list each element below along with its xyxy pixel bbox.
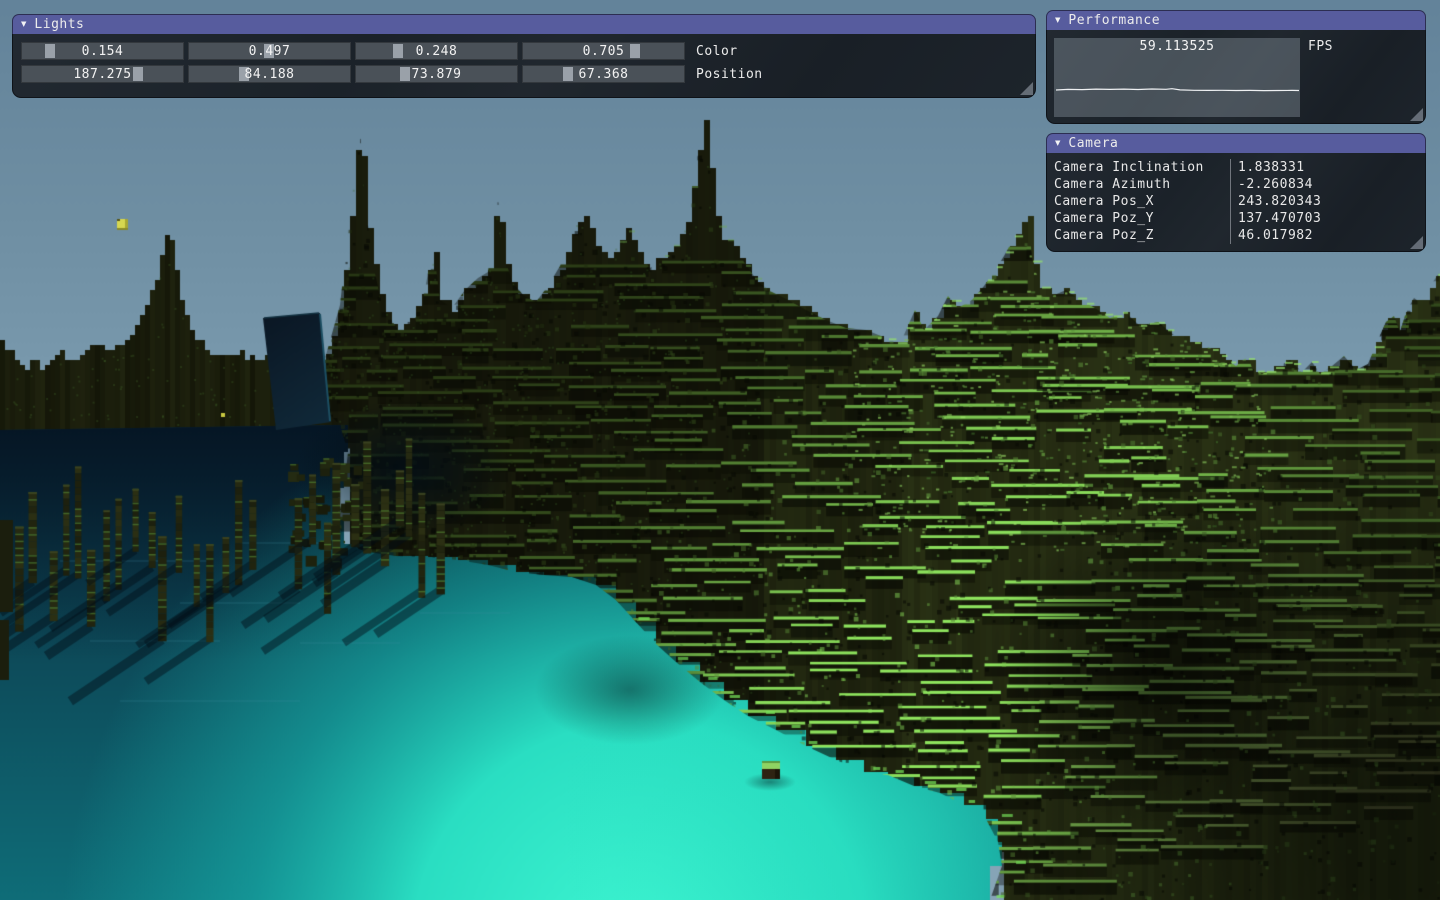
panel-lights: ▼ Lights 0.154 0.497 0.248 0.705 Color — [12, 14, 1036, 98]
fps-value: 59.113525 — [1054, 39, 1300, 54]
light-color-slider-1[interactable]: 0.497 — [188, 42, 351, 60]
camera-row-label: Camera Poz_Y — [1047, 211, 1230, 226]
camera-row: Camera Inclination 1.838331 — [1047, 159, 1425, 176]
camera-title: Camera — [1068, 136, 1118, 151]
lights-body: 0.154 0.497 0.248 0.705 Color 187.275 — [12, 34, 1036, 98]
resize-grip-icon[interactable] — [1410, 236, 1423, 249]
collapse-arrow-icon[interactable]: ▼ — [21, 19, 26, 29]
fps-label: FPS — [1308, 39, 1333, 54]
light-color-slider-2[interactable]: 0.248 — [355, 42, 518, 60]
camera-row: Camera Azimuth -2.260834 — [1047, 176, 1425, 193]
position-row-label: Position — [696, 67, 763, 82]
camera-titlebar[interactable]: ▼ Camera — [1046, 133, 1426, 153]
camera-row: Camera Poz_Z 46.017982 — [1047, 227, 1425, 244]
light-position-row: 187.275 84.188 73.879 67.368 Position — [21, 65, 1035, 83]
camera-row-value: -2.260834 — [1230, 176, 1425, 193]
performance-title: Performance — [1068, 13, 1160, 28]
panel-camera: ▼ Camera Camera Inclination 1.838331 Cam… — [1046, 133, 1426, 252]
light-color-row: 0.154 0.497 0.248 0.705 Color — [21, 42, 1035, 60]
slider-value: 0.705 — [523, 43, 684, 59]
slider-value: 73.879 — [356, 66, 517, 82]
camera-row-value: 137.470703 — [1230, 210, 1425, 227]
camera-body: Camera Inclination 1.838331 Camera Azimu… — [1046, 153, 1426, 252]
camera-row-value: 1.838331 — [1230, 159, 1425, 176]
slider-value: 187.275 — [22, 66, 183, 82]
fps-plot: 59.113525 — [1054, 38, 1300, 117]
camera-row-label: Camera Inclination — [1047, 160, 1230, 175]
performance-titlebar[interactable]: ▼ Performance — [1046, 10, 1426, 30]
color-row-label: Color — [696, 44, 738, 59]
slider-value: 0.248 — [356, 43, 517, 59]
camera-row-label: Camera Poz_Z — [1047, 228, 1230, 243]
camera-row-value: 46.017982 — [1230, 227, 1425, 244]
resize-grip-icon[interactable] — [1410, 108, 1423, 121]
slider-value: 0.154 — [22, 43, 183, 59]
lights-titlebar[interactable]: ▼ Lights — [12, 14, 1036, 34]
lights-title: Lights — [34, 17, 84, 32]
resize-grip-icon[interactable] — [1020, 82, 1033, 95]
slider-value: 67.368 — [523, 66, 684, 82]
light-position-slider-0[interactable]: 187.275 — [21, 65, 184, 83]
performance-body: 59.113525 FPS — [1046, 30, 1426, 124]
light-position-slider-1[interactable]: 84.188 — [188, 65, 351, 83]
slider-value: 0.497 — [189, 43, 350, 59]
camera-row-label: Camera Azimuth — [1047, 177, 1230, 192]
light-position-slider-2[interactable]: 73.879 — [355, 65, 518, 83]
slider-value: 84.188 — [189, 66, 350, 82]
collapse-arrow-icon[interactable]: ▼ — [1055, 15, 1060, 25]
light-position-slider-3[interactable]: 67.368 — [522, 65, 685, 83]
camera-row-value: 243.820343 — [1230, 193, 1425, 210]
light-color-slider-3[interactable]: 0.705 — [522, 42, 685, 60]
camera-row-label: Camera Pos_X — [1047, 194, 1230, 209]
collapse-arrow-icon[interactable]: ▼ — [1055, 138, 1060, 148]
light-color-slider-0[interactable]: 0.154 — [21, 42, 184, 60]
camera-row: Camera Poz_Y 137.470703 — [1047, 210, 1425, 227]
panel-performance: ▼ Performance 59.113525 FPS — [1046, 10, 1426, 124]
camera-row: Camera Pos_X 243.820343 — [1047, 193, 1425, 210]
